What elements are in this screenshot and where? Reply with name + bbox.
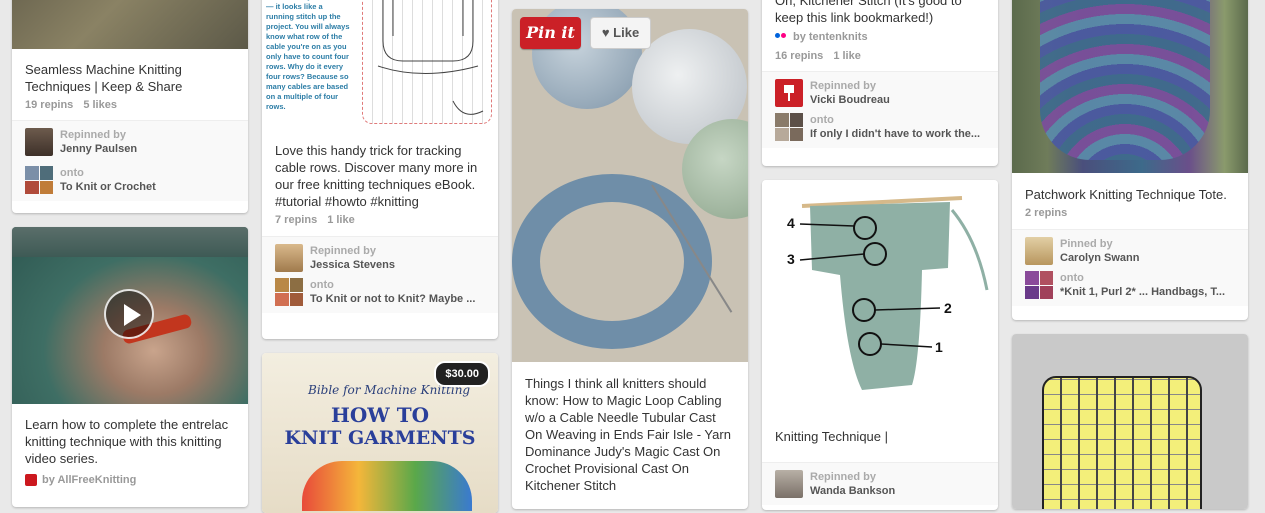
pin-description[interactable]: Seamless Machine Knitting Techniques | K… — [12, 61, 248, 95]
stitch-diagram — [799, 196, 989, 390]
repin-count[interactable]: 19 repins — [25, 99, 73, 111]
pin-card-knit-swatch[interactable] — [1012, 334, 1248, 509]
like-count[interactable]: 1 like — [833, 50, 861, 62]
source-label[interactable]: by tentenknits — [793, 31, 868, 43]
avatar[interactable] — [25, 128, 53, 156]
pin-card-kitchener-stitch[interactable]: Oh, Kitchener Stitch (It's good to keep … — [762, 0, 998, 166]
repin-count[interactable]: 7 repins — [275, 214, 317, 226]
flickr-icon — [775, 33, 787, 41]
pin-image[interactable] — [12, 0, 248, 49]
book-illustration — [302, 461, 472, 511]
onto-label: onto — [60, 166, 84, 179]
pin-description[interactable]: Patchwork Knitting Technique Tote. — [1012, 186, 1248, 203]
pin-attribution: Repinned by Jessica Stevens onto To Knit… — [262, 236, 498, 313]
youtube-icon — [25, 474, 37, 486]
pin-image[interactable] — [1012, 0, 1248, 173]
pin-image[interactable]: Pin it ♥ Like — [512, 9, 748, 362]
repinner-name[interactable]: Jessica Stevens — [310, 258, 395, 272]
board-thumbnails[interactable] — [25, 166, 53, 194]
pin-it-button[interactable]: Pin it — [520, 17, 581, 49]
repinned-by-label: Repinned by — [810, 470, 877, 483]
knitted-ring — [512, 174, 712, 349]
pinner-name[interactable]: Carolyn Swann — [1060, 251, 1139, 265]
pin-card-patchwork-tote[interactable]: Patchwork Knitting Technique Tote. 2 rep… — [1012, 0, 1248, 320]
pin-image[interactable] — [1012, 334, 1248, 509]
avatar[interactable] — [1025, 237, 1053, 265]
pin-card-entrelac-video[interactable]: Learn how to complete the entrelac knitt… — [12, 227, 248, 507]
pin-image[interactable]: needle every four rows — it looks like a… — [262, 0, 498, 129]
repinner-name[interactable]: Vicki Boudreau — [810, 93, 890, 107]
like-count[interactable]: 5 likes — [83, 99, 117, 111]
tote-bag — [1040, 0, 1210, 160]
board-name[interactable]: If only I didn't have to work the... — [810, 127, 990, 141]
repin-count[interactable]: 2 repins — [1025, 207, 1067, 219]
pin-image[interactable]: Bible for Machine Knitting HOW TO KNIT G… — [262, 353, 498, 513]
pin-stats: 2 repins — [1012, 207, 1248, 219]
pinned-by-label: Pinned by — [1060, 237, 1113, 250]
book-title-line2: KNIT GARMENTS — [284, 427, 476, 449]
pin-stats: 19 repins 5 likes — [12, 99, 248, 111]
pin-card-cable-rows-trick[interactable]: needle every four rows — it looks like a… — [262, 0, 498, 339]
cable-illustration — [362, 0, 492, 124]
repinned-by-label: Repinned by — [810, 79, 877, 92]
pin-description[interactable]: Things I think all knitters should know:… — [512, 375, 748, 494]
pin-image[interactable] — [12, 227, 248, 404]
pin-description[interactable]: Love this handy trick for tracking cable… — [262, 142, 498, 210]
pin-description[interactable]: Learn how to complete the entrelac knitt… — [12, 416, 248, 467]
pin-source[interactable]: by tentenknits — [762, 31, 998, 43]
repinner-name[interactable]: Wanda Bankson — [810, 484, 895, 498]
pin-attribution: Repinned by Wanda Bankson — [762, 462, 998, 505]
board-name[interactable]: *Knit 1, Purl 2* ... Handbags, T... — [1060, 285, 1245, 299]
onto-label: onto — [1060, 271, 1084, 284]
diagram-label-1: 1 — [935, 339, 943, 355]
repinner-name[interactable]: Jenny Paulsen — [60, 142, 137, 156]
pin-card-seamless-machine-knitting[interactable]: Seamless Machine Knitting Techniques | K… — [12, 0, 248, 213]
pin-attribution: Pinned by Carolyn Swann onto *Knit 1, Pu… — [1012, 229, 1248, 306]
pin-stats: 7 repins 1 like — [262, 214, 498, 226]
repinned-by-label: Repinned by — [60, 128, 127, 141]
pin-source[interactable]: by AllFreeKnitting — [12, 474, 248, 486]
pin-attribution: Repinned by Jenny Paulsen onto To Knit o… — [12, 120, 248, 201]
play-icon — [124, 304, 141, 326]
repinned-by-label: Repinned by — [310, 244, 377, 257]
pin-card-machine-knitting-book[interactable]: Bible for Machine Knitting HOW TO KNIT G… — [262, 353, 498, 513]
book-title-line1: HOW TO — [330, 403, 430, 427]
video-play-button[interactable] — [104, 289, 154, 339]
pin-stats: 16 repins 1 like — [762, 50, 998, 62]
pin-description[interactable]: Oh, Kitchener Stitch (It's good to keep … — [762, 0, 998, 26]
board-thumbnails[interactable] — [275, 278, 303, 306]
pin-card-knitter-techniques[interactable]: Pin it ♥ Like Things I think all knitter… — [512, 9, 748, 509]
heart-icon: ♥ — [601, 25, 610, 40]
yellow-swatch — [1042, 376, 1202, 509]
like-count[interactable]: 1 like — [327, 214, 355, 226]
like-button-label: Like — [613, 25, 640, 40]
like-button[interactable]: ♥ Like — [590, 17, 651, 49]
board-name[interactable]: To Knit or not to Knit? Maybe ... — [310, 292, 495, 306]
price-badge[interactable]: $30.00 — [434, 361, 490, 387]
pin-image[interactable]: 4 3 2 1 — [762, 180, 998, 415]
pushpin-icon[interactable] — [775, 79, 803, 107]
pin-description[interactable]: Knitting Technique | — [762, 428, 998, 445]
avatar[interactable] — [275, 244, 303, 272]
diagram-label-2: 2 — [944, 300, 952, 316]
onto-label: onto — [310, 278, 334, 291]
image-caption-text: needle every four rows — it looks like a… — [266, 0, 350, 111]
board-thumbnails[interactable] — [1025, 271, 1053, 299]
source-label[interactable]: by AllFreeKnitting — [42, 474, 136, 486]
board-thumbnails[interactable] — [775, 113, 803, 141]
pin-attribution: Repinned by Vicki Boudreau onto If only … — [762, 71, 998, 148]
repin-count[interactable]: 16 repins — [775, 50, 823, 62]
pin-card-knitting-technique-diagram[interactable]: 4 3 2 1 Knitting Technique | Repinned by… — [762, 180, 998, 510]
diagram-label-3: 3 — [787, 251, 795, 267]
diagram-label-4: 4 — [787, 215, 795, 231]
board-name[interactable]: To Knit or Crochet — [60, 180, 156, 194]
onto-label: onto — [810, 113, 834, 126]
